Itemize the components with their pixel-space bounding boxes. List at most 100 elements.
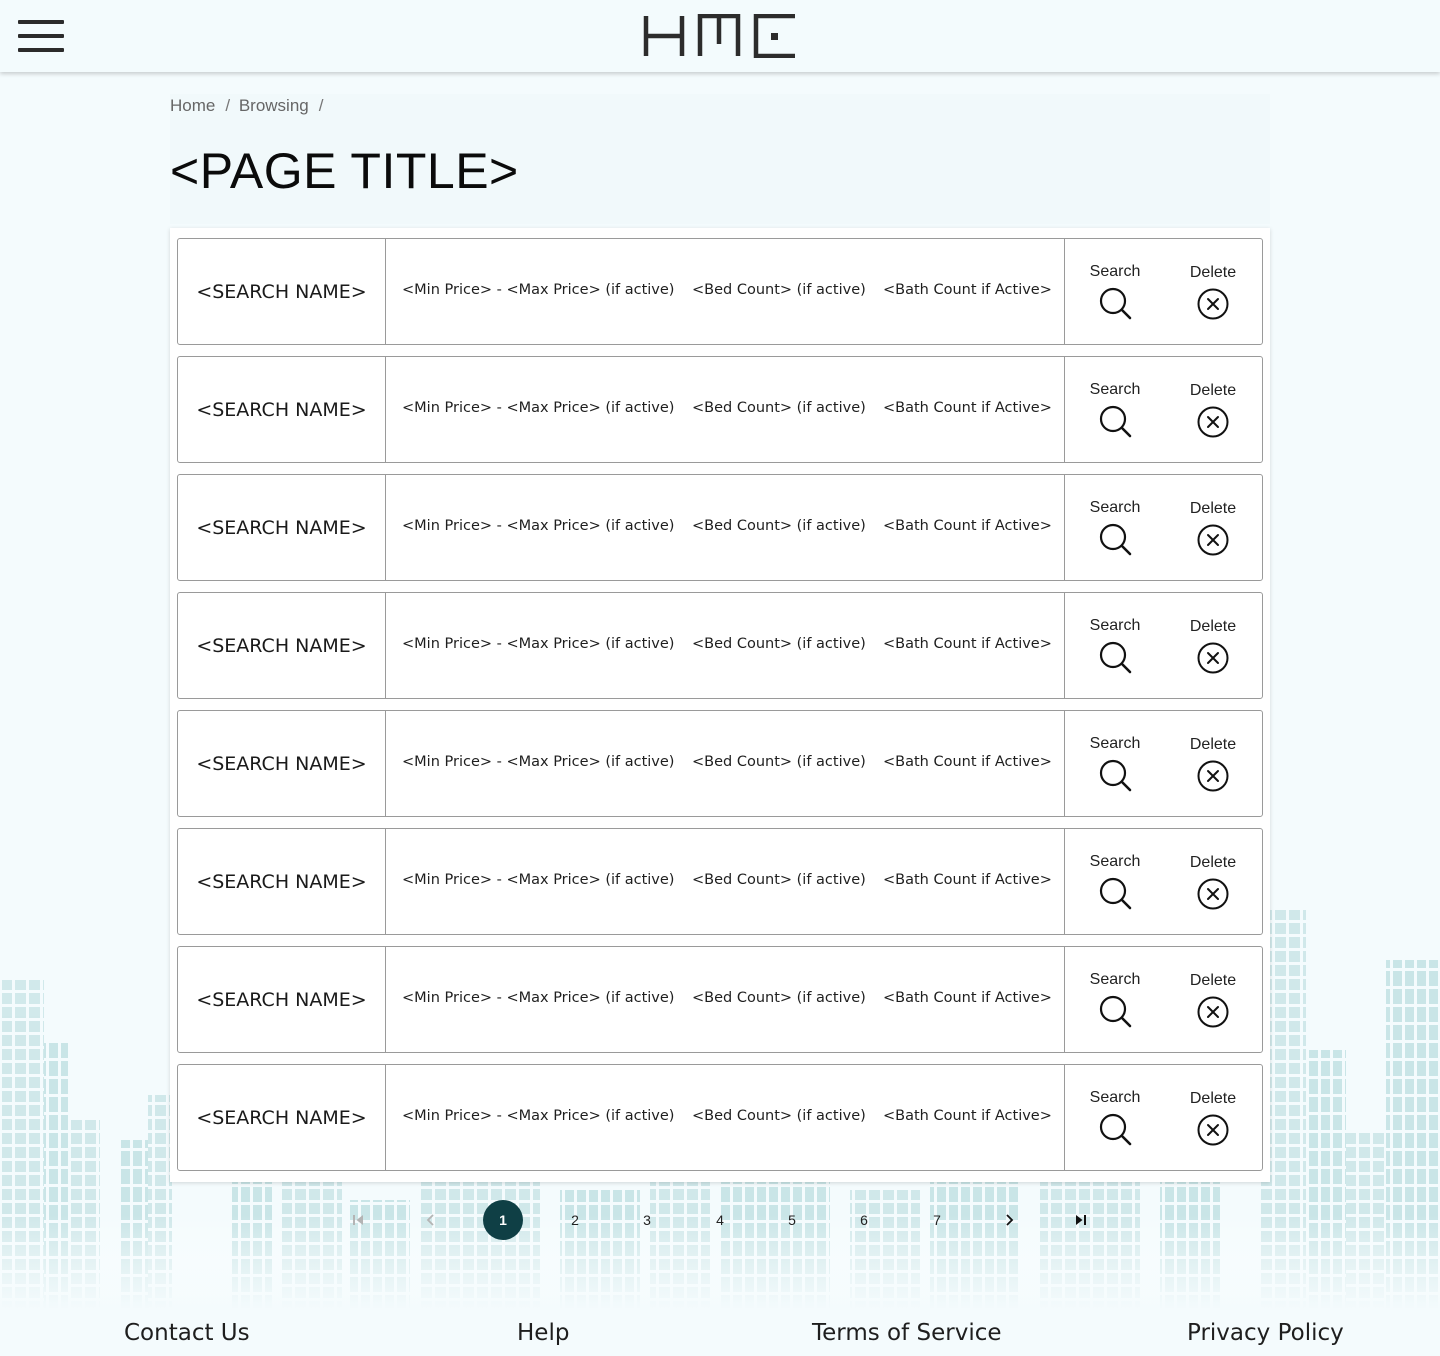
- search-filters: <Min Price> - <Max Price> (if active) <Be…: [386, 1065, 1065, 1170]
- bed-count-filter: <Bed Count> (if active): [692, 754, 866, 770]
- saved-search-row: <SEARCH NAME> <Min Price> - <Max Price> (…: [177, 710, 1263, 817]
- last-page-button[interactable]: [1061, 1200, 1101, 1240]
- last-page-icon: [1076, 1215, 1086, 1225]
- close-circle-icon: [1197, 642, 1229, 674]
- run-search-label: Search: [1089, 971, 1141, 988]
- search-icon: [1099, 641, 1132, 674]
- saved-search-row: <SEARCH NAME> <Min Price> - <Max Price> (…: [177, 592, 1263, 699]
- page-title: <PAGE TITLE>: [170, 143, 519, 199]
- run-search-button[interactable]: Search: [1075, 239, 1155, 344]
- run-search-label: Search: [1089, 1089, 1141, 1106]
- chevron-right-icon: [1006, 1214, 1014, 1226]
- search-name[interactable]: <SEARCH NAME>: [178, 711, 386, 816]
- page-button-5[interactable]: 5: [772, 1200, 812, 1240]
- search-actions: Search Delete: [1065, 239, 1262, 344]
- run-search-label: Search: [1089, 381, 1141, 398]
- bath-count-filter: <Bath Count if Active>: [883, 282, 1052, 298]
- price-range-filter: <Min Price> - <Max Price> (if active): [402, 1108, 675, 1124]
- run-search-label: Search: [1089, 263, 1141, 280]
- page-button-2[interactable]: 2: [555, 1200, 595, 1240]
- bath-count-filter: <Bath Count if Active>: [883, 400, 1052, 416]
- run-search-button[interactable]: Search: [1075, 711, 1155, 816]
- run-search-button[interactable]: Search: [1075, 593, 1155, 698]
- next-page-button[interactable]: [989, 1200, 1029, 1240]
- run-search-button[interactable]: Search: [1075, 829, 1155, 934]
- hme-logo[interactable]: [642, 14, 798, 58]
- delete-search-button[interactable]: Delete: [1173, 593, 1253, 698]
- hamburger-menu-icon[interactable]: [18, 20, 64, 52]
- bed-count-filter: <Bed Count> (if active): [692, 400, 866, 416]
- delete-search-button[interactable]: Delete: [1173, 239, 1253, 344]
- bath-count-filter: <Bath Count if Active>: [883, 872, 1052, 888]
- search-name[interactable]: <SEARCH NAME>: [178, 475, 386, 580]
- delete-search-button[interactable]: Delete: [1173, 947, 1253, 1052]
- saved-search-row: <SEARCH NAME> <Min Price> - <Max Price> (…: [177, 828, 1263, 935]
- search-actions: Search Delete: [1065, 1065, 1262, 1170]
- search-name[interactable]: <SEARCH NAME>: [178, 593, 386, 698]
- first-page-button[interactable]: [338, 1200, 378, 1240]
- search-actions: Search Delete: [1065, 357, 1262, 462]
- delete-search-label: Delete: [1189, 1090, 1237, 1107]
- search-name[interactable]: <SEARCH NAME>: [178, 1065, 386, 1170]
- run-search-label: Search: [1089, 735, 1141, 752]
- saved-search-row: <SEARCH NAME> <Min Price> - <Max Price> (…: [177, 946, 1263, 1053]
- page-button-7[interactable]: 7: [917, 1200, 957, 1240]
- delete-search-button[interactable]: Delete: [1173, 1065, 1253, 1170]
- search-actions: Search Delete: [1065, 593, 1262, 698]
- footer-link-privacy-policy[interactable]: Privacy Policy: [1187, 1320, 1344, 1346]
- page-button-6[interactable]: 6: [844, 1200, 884, 1240]
- search-icon: [1099, 877, 1132, 910]
- run-search-label: Search: [1089, 499, 1141, 516]
- delete-search-button[interactable]: Delete: [1173, 357, 1253, 462]
- run-search-button[interactable]: Search: [1075, 475, 1155, 580]
- close-circle-icon: [1197, 524, 1229, 556]
- chevron-left-icon: [426, 1214, 434, 1226]
- breadcrumb: Home / Browsing /: [170, 96, 327, 118]
- footer-link-contact-us[interactable]: Contact Us: [124, 1320, 250, 1346]
- delete-search-label: Delete: [1189, 972, 1237, 989]
- page-button-4[interactable]: 4: [700, 1200, 740, 1240]
- bath-count-filter: <Bath Count if Active>: [883, 1108, 1052, 1124]
- search-filters: <Min Price> - <Max Price> (if active) <Be…: [386, 593, 1065, 698]
- saved-search-row: <SEARCH NAME> <Min Price> - <Max Price> (…: [177, 1064, 1263, 1171]
- bed-count-filter: <Bed Count> (if active): [692, 872, 866, 888]
- first-page-icon: [353, 1215, 363, 1225]
- pagination: 1 2 3 4 5 6 7: [0, 1198, 1440, 1242]
- search-filters: <Min Price> - <Max Price> (if active) <Be…: [386, 711, 1065, 816]
- breadcrumb-browsing[interactable]: Browsing: [239, 96, 309, 115]
- bath-count-filter: <Bath Count if Active>: [883, 754, 1052, 770]
- close-circle-icon: [1197, 1114, 1229, 1146]
- search-name[interactable]: <SEARCH NAME>: [178, 829, 386, 934]
- previous-page-button[interactable]: [411, 1200, 451, 1240]
- run-search-button[interactable]: Search: [1075, 357, 1155, 462]
- close-circle-icon: [1197, 878, 1229, 910]
- search-actions: Search Delete: [1065, 947, 1262, 1052]
- bed-count-filter: <Bed Count> (if active): [692, 990, 866, 1006]
- breadcrumb-separator: /: [225, 96, 231, 115]
- footer-link-terms-of-service[interactable]: Terms of Service: [812, 1320, 1002, 1346]
- search-name[interactable]: <SEARCH NAME>: [178, 357, 386, 462]
- delete-search-button[interactable]: Delete: [1173, 475, 1253, 580]
- search-filters: <Min Price> - <Max Price> (if active) <Be…: [386, 239, 1065, 344]
- footer-link-help[interactable]: Help: [517, 1320, 569, 1346]
- search-name[interactable]: <SEARCH NAME>: [178, 947, 386, 1052]
- close-circle-icon: [1197, 760, 1229, 792]
- delete-search-button[interactable]: Delete: [1173, 711, 1253, 816]
- run-search-button[interactable]: Search: [1075, 1065, 1155, 1170]
- bath-count-filter: <Bath Count if Active>: [883, 990, 1052, 1006]
- breadcrumb-home[interactable]: Home: [170, 96, 215, 115]
- bath-count-filter: <Bath Count if Active>: [883, 518, 1052, 534]
- bed-count-filter: <Bed Count> (if active): [692, 282, 866, 298]
- search-name[interactable]: <SEARCH NAME>: [178, 239, 386, 344]
- delete-search-button[interactable]: Delete: [1173, 829, 1253, 934]
- delete-search-label: Delete: [1189, 618, 1237, 635]
- search-icon: [1099, 523, 1132, 556]
- bath-count-filter: <Bath Count if Active>: [883, 636, 1052, 652]
- saved-search-row: <SEARCH NAME> <Min Price> - <Max Price> (…: [177, 238, 1263, 345]
- search-actions: Search Delete: [1065, 829, 1262, 934]
- run-search-button[interactable]: Search: [1075, 947, 1155, 1052]
- page-button-1[interactable]: 1: [483, 1200, 523, 1240]
- page-button-3[interactable]: 3: [627, 1200, 667, 1240]
- price-range-filter: <Min Price> - <Max Price> (if active): [402, 636, 675, 652]
- search-actions: Search Delete: [1065, 711, 1262, 816]
